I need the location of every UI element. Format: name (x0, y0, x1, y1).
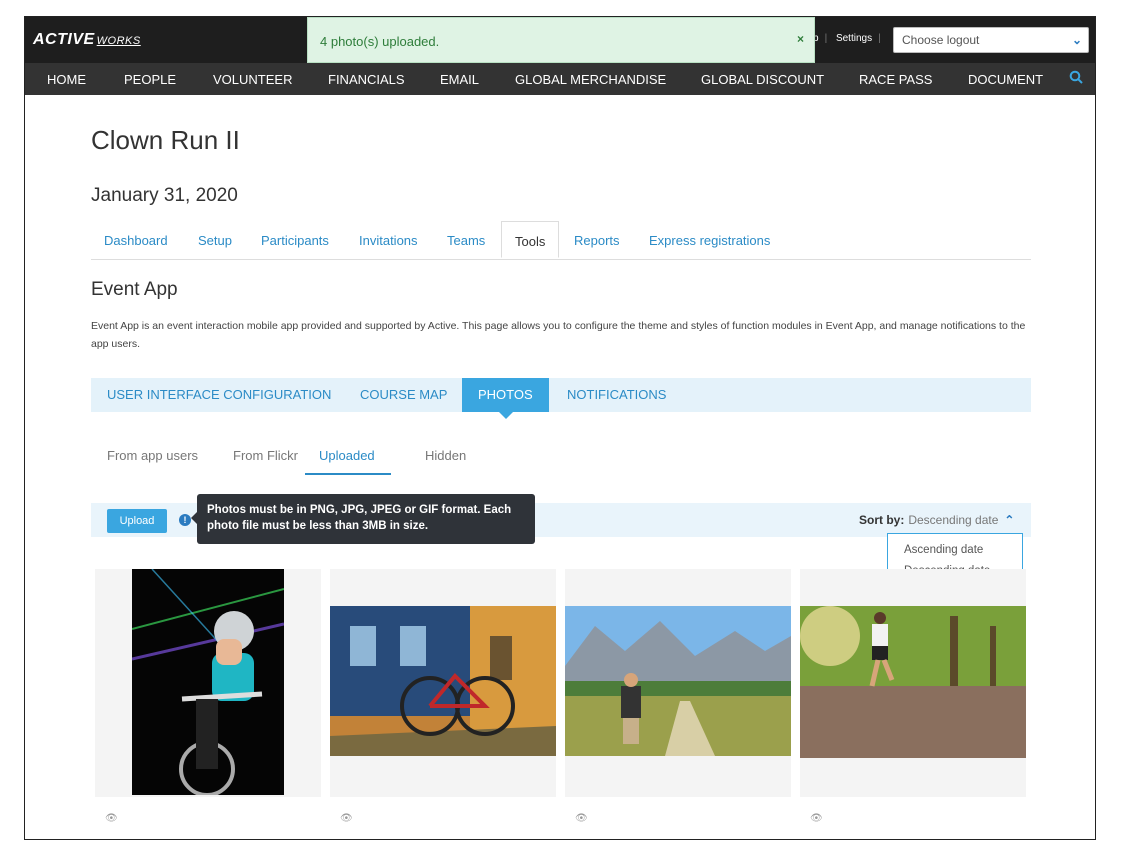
nav-item-financials[interactable]: FINANCIALS (328, 72, 405, 87)
sort-option-ascending[interactable]: Ascending date (904, 544, 983, 556)
tab-teams[interactable]: Teams (447, 233, 485, 248)
sort-value: Descending date (908, 513, 999, 527)
tab-invitations[interactable]: Invitations (359, 233, 418, 248)
section-title: Event App (91, 279, 178, 300)
hide-photo-icon[interactable]: 👁 (575, 813, 588, 824)
photo-card[interactable] (800, 569, 1026, 797)
upload-button[interactable]: Upload (107, 509, 167, 533)
photo-source-tabs: From app users From Flickr Uploaded Hidd… (91, 443, 691, 477)
subnav-photos[interactable]: PHOTOS (462, 378, 549, 412)
logo-sub-text: WORKS (96, 35, 141, 47)
info-icon[interactable]: ! (179, 514, 191, 526)
active-works-logo[interactable]: ACTIVE WORKS (33, 31, 141, 49)
settings-link[interactable]: Settings (836, 33, 872, 44)
sort-control[interactable]: Sort by: Descending date ⌃ (859, 513, 1014, 527)
active-caret (499, 412, 513, 419)
tab-tools[interactable]: Tools (501, 221, 560, 258)
photo-tab-uploaded[interactable]: Uploaded (305, 448, 391, 475)
hide-photo-icon[interactable]: 👁 (105, 813, 118, 824)
event-tabs: Dashboard Setup Participants Invitations… (91, 221, 1031, 260)
divider: | (824, 33, 828, 44)
hide-photo-icon[interactable]: 👁 (340, 813, 353, 824)
photo-tab-flickr[interactable]: From Flickr (233, 448, 298, 463)
success-toast: 4 photo(s) uploaded. × (307, 17, 815, 63)
main-nav: HOME PEOPLE VOLUNTEER FINANCIALS EMAIL G… (25, 63, 1095, 95)
photo-tab-hidden[interactable]: Hidden (425, 448, 466, 463)
subnav-notifications[interactable]: NOTIFICATIONS (567, 387, 666, 402)
tab-participants[interactable]: Participants (261, 233, 329, 248)
event-date: January 31, 2020 (91, 185, 238, 206)
photo-hiker (565, 606, 791, 756)
nav-item-document[interactable]: DOCUMENT (968, 72, 1043, 87)
subnav-ui-configuration[interactable]: USER INTERFACE CONFIGURATION (107, 387, 331, 402)
app-window: ACTIVE WORKS p | Settings | Choose logout ⌄… (24, 16, 1096, 840)
subnav-course-map[interactable]: COURSE MAP (360, 387, 447, 402)
nav-item-home[interactable]: HOME (47, 72, 86, 87)
nav-item-global-merchandise[interactable]: GLOBAL MERCHANDISE (515, 72, 666, 87)
tab-setup[interactable]: Setup (198, 233, 232, 248)
divider: | (878, 33, 881, 44)
tab-dashboard[interactable]: Dashboard (104, 233, 168, 248)
top-links: p | Settings | (813, 33, 887, 44)
chevron-up-icon[interactable]: ⌃ (1004, 513, 1014, 527)
page-title: Clown Run II (91, 125, 240, 155)
nav-item-global-discount[interactable]: GLOBAL DISCOUNT (701, 72, 824, 87)
toast-message: 4 photo(s) uploaded. (320, 34, 440, 49)
nav-item-people[interactable]: PEOPLE (124, 72, 176, 87)
photo-cyclist (132, 569, 284, 795)
search-icon[interactable] (1069, 70, 1083, 87)
photo-bicycle (330, 606, 556, 756)
photo-card[interactable] (330, 569, 556, 797)
photo-card[interactable] (95, 569, 321, 797)
hide-photo-icon[interactable]: 👁 (810, 813, 823, 824)
event-app-subnav: USER INTERFACE CONFIGURATION COURSE MAP … (91, 378, 1031, 419)
photo-card[interactable] (565, 569, 791, 797)
nav-item-email[interactable]: EMAIL (440, 72, 479, 87)
nav-item-race-pass[interactable]: RACE PASS (859, 72, 932, 87)
tab-express-registrations[interactable]: Express registrations (649, 233, 770, 248)
logout-select[interactable]: Choose logout ⌄ (893, 27, 1089, 53)
close-icon[interactable]: × (797, 32, 804, 46)
sort-label: Sort by: (859, 513, 905, 527)
logout-select-value: Choose logout (902, 33, 980, 47)
logo-text: ACTIVE (33, 31, 95, 48)
tab-reports[interactable]: Reports (574, 233, 620, 248)
format-tooltip: Photos must be in PNG, JPG, JPEG or GIF … (191, 494, 535, 544)
photo-runner (800, 606, 1026, 758)
nav-item-volunteer[interactable]: VOLUNTEER (213, 72, 292, 87)
photo-tab-app-users[interactable]: From app users (107, 448, 198, 463)
section-description: Event App is an event interaction mobile… (91, 320, 1026, 350)
chevron-down-icon: ⌄ (1071, 33, 1082, 47)
